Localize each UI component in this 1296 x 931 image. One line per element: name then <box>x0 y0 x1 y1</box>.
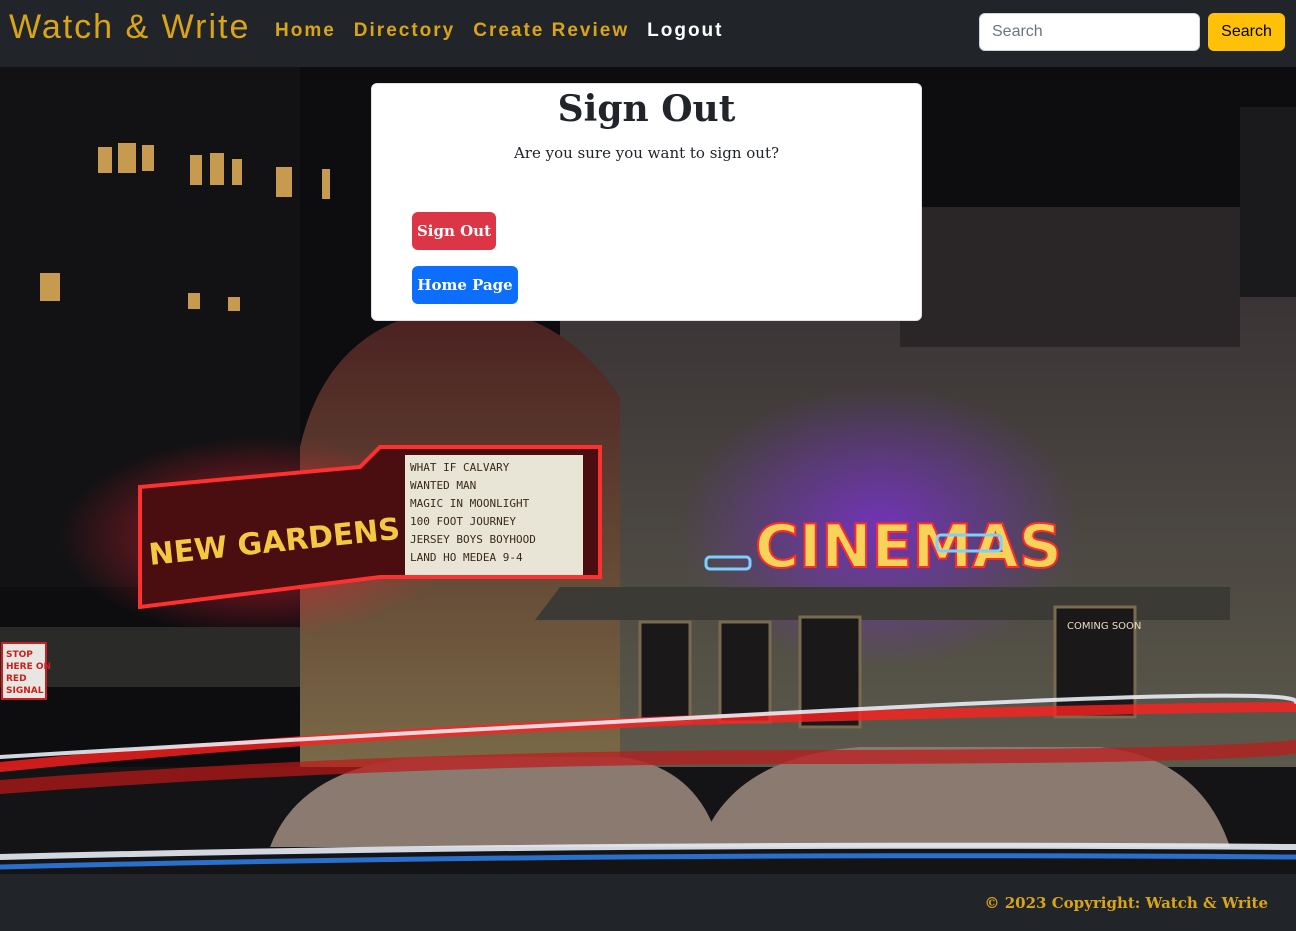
brand-link[interactable]: Watch & Write <box>9 8 250 47</box>
svg-text:WANTED MAN: WANTED MAN <box>410 479 476 492</box>
marquee-right-text: CINEMAS <box>755 512 1062 582</box>
svg-text:JERSEY BOYS BOYHOOD: JERSEY BOYS BOYHOOD <box>410 533 536 546</box>
nav-links: Home Directory Create Review Logout <box>275 20 741 42</box>
svg-text:SIGNAL: SIGNAL <box>6 686 44 696</box>
page-title: Sign Out <box>557 88 736 130</box>
svg-text:LAND HO MEDEA 9-4: LAND HO MEDEA 9-4 <box>410 551 523 564</box>
nav-link-logout[interactable]: Logout <box>647 20 723 42</box>
svg-text:100 FOOT JOURNEY: 100 FOOT JOURNEY <box>410 515 516 528</box>
svg-text:HERE ON: HERE ON <box>6 662 51 672</box>
svg-text:STOP: STOP <box>6 650 33 660</box>
search-form: Search <box>979 13 1285 51</box>
navbar: Watch & Write Home Directory Create Revi… <box>0 0 1296 67</box>
coming-soon-text: COMING SOON <box>1067 621 1141 632</box>
search-button[interactable]: Search <box>1208 13 1285 51</box>
sign-out-card: Sign Out Are you sure you want to sign o… <box>371 83 922 321</box>
footer: © 2023 Copyright: Watch & Write <box>0 874 1296 931</box>
search-input[interactable] <box>979 13 1200 51</box>
confirmation-message: Are you sure you want to sign out? <box>513 144 780 162</box>
nav-link-home[interactable]: Home <box>275 20 336 42</box>
svg-text:WHAT IF CALVARY: WHAT IF CALVARY <box>410 461 510 474</box>
nav-link-directory[interactable]: Directory <box>354 20 455 42</box>
nav-link-create-review[interactable]: Create Review <box>473 20 629 42</box>
home-page-button[interactable]: Home Page <box>412 266 518 304</box>
sign-out-button[interactable]: Sign Out <box>412 212 496 250</box>
copyright-text: © 2023 Copyright: Watch & Write <box>984 894 1268 912</box>
svg-text:MAGIC IN MOONLIGHT: MAGIC IN MOONLIGHT <box>410 497 530 510</box>
svg-text:RED: RED <box>6 674 27 684</box>
